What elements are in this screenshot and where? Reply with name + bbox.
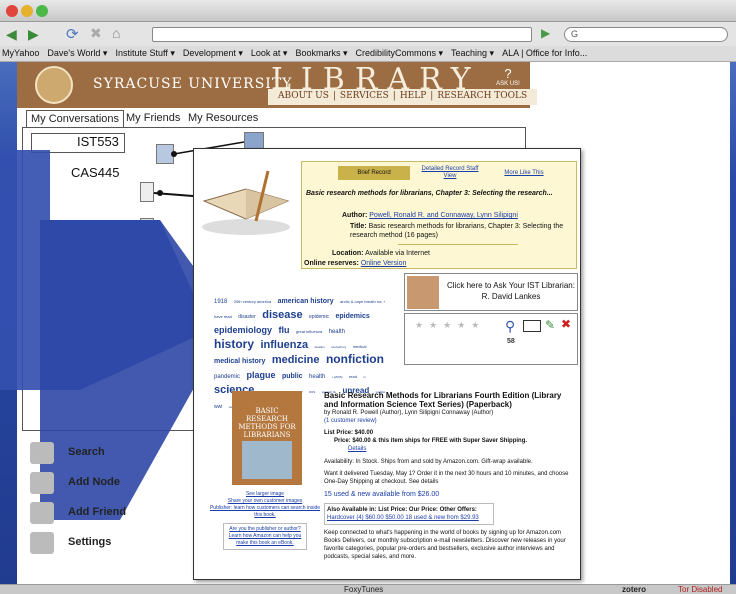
delivery-info: Want it delivered Tuesday, May 1? Order … (324, 471, 569, 485)
tag[interactable]: pandemic (214, 374, 240, 380)
list-price: List Price: $40.00 (324, 430, 374, 436)
tag[interactable]: influenza (260, 339, 308, 351)
tag[interactable]: nonfiction (326, 352, 384, 366)
tag[interactable]: read (349, 374, 357, 379)
reserves-label: Online reserves: (304, 260, 359, 267)
tag[interactable]: health (309, 374, 325, 380)
record-card: Brief Record Detailed Record Staff View … (193, 148, 581, 580)
author-publisher-box[interactable]: Are you the publisher or author? Learn h… (223, 523, 307, 550)
brief-record: Brief Record Detailed Record Staff View … (301, 161, 577, 269)
document-icon (30, 472, 54, 494)
status-bar: FoxyTunes zotero Tor Disabled (0, 584, 736, 594)
used-new-link[interactable]: 15 used & new available from $26.00 (324, 491, 574, 499)
edit-icon[interactable]: ✎ (545, 318, 555, 332)
tab-more-like-this[interactable]: More Like This (488, 166, 560, 180)
tab-detailed-record[interactable]: Detailed Record Staff View (416, 166, 484, 180)
side-menu-item[interactable]: Settings (30, 530, 170, 556)
tag[interactable]: lavallen (315, 345, 325, 349)
star-rating[interactable]: ★★★★★ (415, 320, 485, 331)
also-available: Also Available in: List Price: Our Price… (327, 507, 477, 513)
tag[interactable]: epidemiology (214, 325, 272, 335)
availability: Availability: In Stock. Ships from and s… (324, 459, 533, 465)
side-menu-item[interactable]: Add Node (30, 470, 170, 496)
amazon-listing: BASIC RESEARCH METHODS FOR LIBRARIANS Se… (206, 391, 576, 577)
delete-icon[interactable]: ✖ (561, 317, 571, 331)
title-value: Basic research methods for librarians, C… (350, 223, 564, 239)
book-cover-image[interactable]: BASIC RESEARCH METHODS FOR LIBRARIANS (232, 391, 302, 485)
zotero-label[interactable]: zotero (622, 585, 646, 594)
user-icon[interactable]: ⚲ (505, 318, 515, 335)
tag[interactable]: public (282, 373, 303, 380)
author-link[interactable]: Powell, Ronald R. and Connaway, Lynn Sil… (369, 212, 518, 219)
larger-image-link[interactable]: See larger image (206, 491, 324, 498)
librarian-photo (407, 276, 439, 309)
tag[interactable]: history (214, 337, 254, 351)
tag[interactable]: medical (353, 344, 367, 349)
tab-brief-record[interactable]: Brief Record (338, 166, 410, 180)
amazon-byline: by Ronald R. Powell (Author), Lynn Silip… (324, 410, 494, 416)
tag[interactable]: medicine (272, 354, 320, 366)
tag[interactable]: lumberbury (331, 345, 346, 349)
newsletter-text: Keep connected to what's happening in th… (324, 530, 566, 560)
record-title: Basic research methods for librarians, C… (306, 190, 553, 197)
location-label: Location: (332, 250, 364, 257)
reviews-link[interactable]: (1 customer review) (324, 417, 574, 425)
comment-icon[interactable] (523, 320, 541, 332)
author-label: Author: (342, 212, 368, 219)
rating-count: 58 (507, 338, 515, 345)
hardcover-link[interactable]: Hardcover (4) $60.00 $50.00 18 used & ne… (327, 514, 491, 522)
tag[interactable]: disaster (238, 314, 256, 320)
person-icon (30, 502, 54, 524)
share-images-link[interactable]: Share your own customer images (206, 498, 324, 505)
tag[interactable]: american history (278, 298, 334, 305)
tag[interactable]: disease (262, 309, 302, 321)
location-value: Available via Internet (365, 250, 430, 257)
tor-status[interactable]: Tor Disabled (678, 585, 722, 594)
side-menu-label: Add Friend (68, 506, 127, 518)
tag[interactable]: 20th century america (234, 299, 271, 304)
tools-icon (30, 532, 54, 554)
side-menu-item[interactable]: Search (30, 440, 170, 466)
side-menu-label: Settings (68, 536, 112, 548)
ask-librarian-label: Click here to Ask Your IST Librarian: R.… (447, 281, 575, 301)
rating-panel: ★★★★★ ⚲ ✎ ✖ 58 (404, 313, 578, 365)
side-menu-item[interactable]: Add Friend (30, 500, 170, 526)
tag[interactable]: medical history (214, 358, 265, 365)
amazon-title: Basic Research Methods for Librarians Fo… (324, 391, 562, 409)
side-menu-label: Add Node (68, 476, 120, 488)
book-illustration (198, 161, 294, 241)
details-link[interactable]: Details (348, 445, 574, 453)
tag[interactable]: flu (278, 325, 289, 335)
price: Price: $40.00 & this item ships for FREE… (334, 438, 528, 444)
search-icon (30, 442, 54, 464)
online-version-link[interactable]: Online Version (361, 260, 407, 267)
foxytunes-label[interactable]: FoxyTunes (344, 585, 383, 594)
ask-librarian-button[interactable]: Click here to Ask Your IST Librarian: R.… (404, 273, 578, 311)
cover-title: BASIC RESEARCH METHODS FOR LIBRARIANS (238, 407, 296, 439)
tag[interactable]: epidemics (336, 313, 370, 320)
tag[interactable]: 1918 (214, 299, 227, 305)
side-menu-label: Search (68, 446, 105, 458)
tag[interactable]: plague (246, 370, 275, 380)
publisher-link[interactable]: Publisher: learn how customers can searc… (206, 505, 324, 519)
tag[interactable]: great influenza (296, 329, 322, 334)
title-label: Title: (350, 223, 367, 230)
tag[interactable]: epidemic (309, 314, 329, 320)
tag[interactable]: rx (363, 375, 366, 379)
tag[interactable]: health (329, 329, 345, 335)
tag[interactable]: r-(2005) (332, 375, 343, 379)
